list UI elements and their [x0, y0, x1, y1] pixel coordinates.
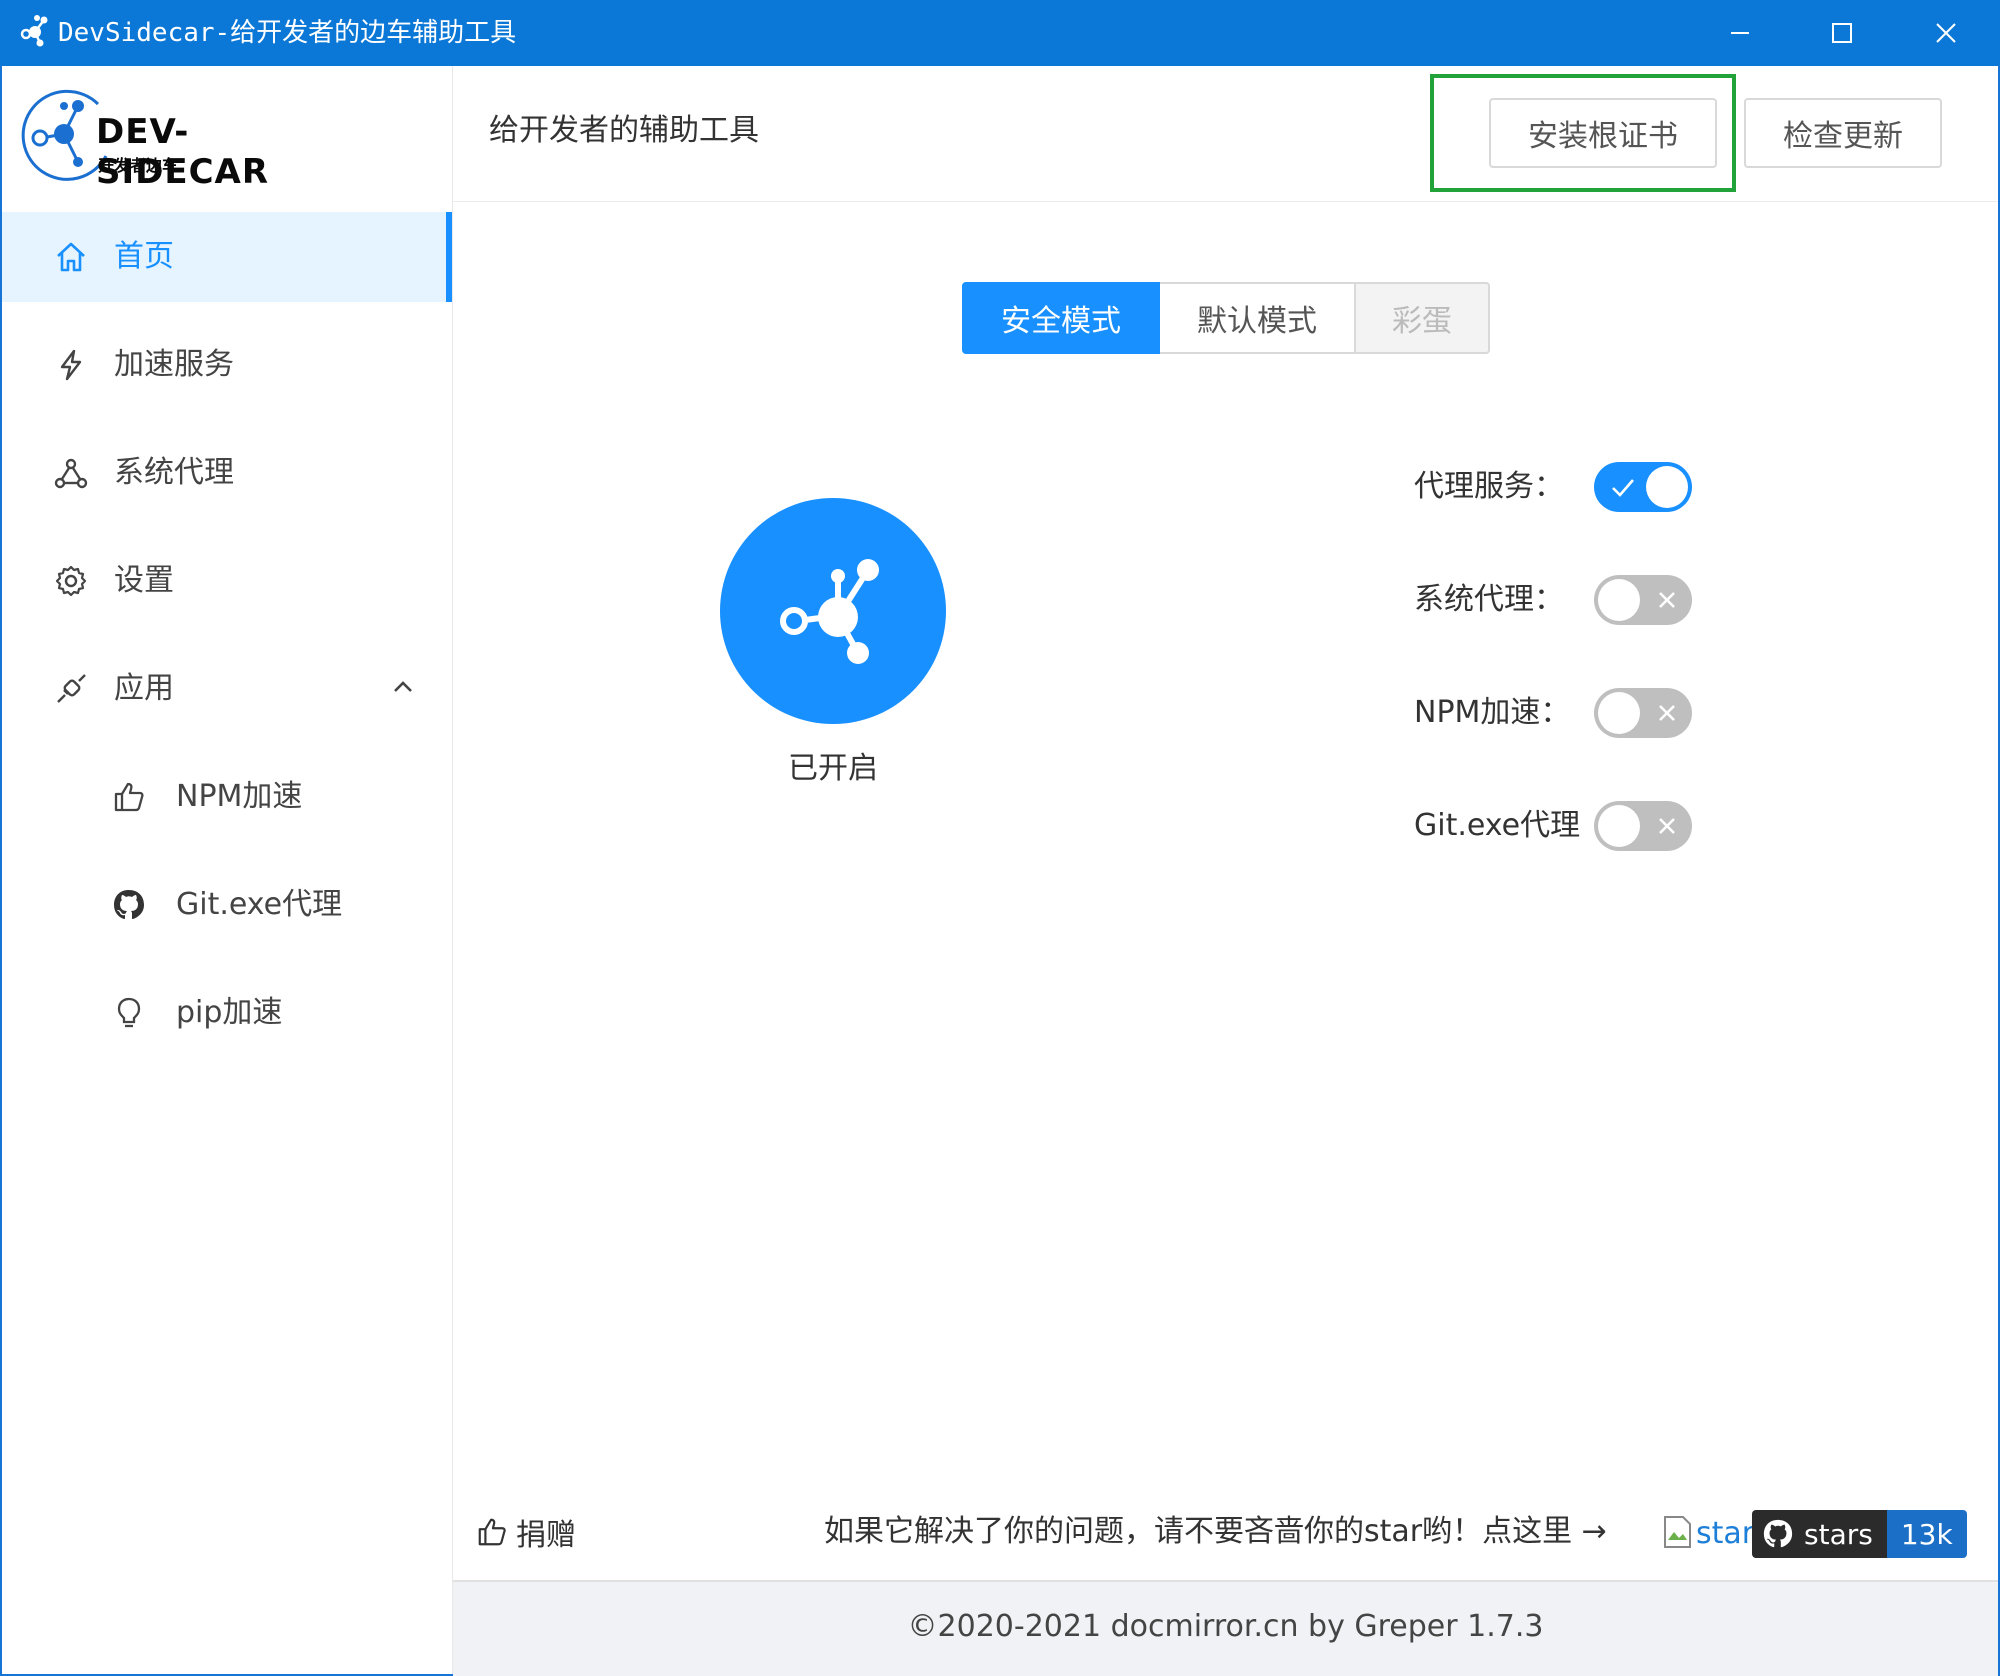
github-stars-badge[interactable]: stars 13k: [1752, 1510, 1967, 1558]
switch-row-npm: NPM加速：: [1414, 686, 1694, 742]
tab-default-mode[interactable]: 默认模式: [1160, 282, 1356, 354]
thumbs-up-icon: [478, 1518, 506, 1546]
proxy-nodes-icon: [780, 559, 879, 664]
thunderbolt-icon: [60, 349, 82, 381]
sidebar-item-apps[interactable]: 应用: [2, 644, 452, 734]
window-title: DevSidecar-给开发者的边车辅助工具: [58, 18, 517, 48]
check-icon: [1612, 479, 1634, 497]
sidebar-item-system-proxy[interactable]: 系统代理: [2, 428, 452, 518]
switch-row-git: Git.exe代理: [1414, 799, 1694, 855]
switch-knob: [1598, 692, 1640, 734]
highlight-annotation: [1430, 74, 1736, 192]
sidebar-item-label: 系统代理: [114, 455, 234, 490]
mode-tabs: 安全模式 默认模式 彩蛋: [962, 282, 1490, 354]
switch-label: 代理服务：: [1414, 469, 1564, 504]
donate-label: 捐赠: [516, 1518, 576, 1553]
tab-safe-mode[interactable]: 安全模式: [962, 282, 1160, 354]
sidebar-item-npm[interactable]: NPM加速: [2, 752, 452, 842]
sidebar-item-label: Git.exe代理: [176, 887, 343, 922]
sidebar-item-git[interactable]: Git.exe代理: [2, 860, 452, 950]
footer: ©2020-2021 docmirror.cn by Greper 1.7.3: [453, 1580, 1998, 1676]
switch-row-system-proxy: 系统代理：: [1414, 573, 1694, 629]
github-badge-left: stars: [1752, 1510, 1887, 1558]
app-logo-icon: [20, 15, 48, 47]
sidebar-item-label: NPM加速: [176, 779, 303, 814]
broken-image-alt: star: [1696, 1516, 1754, 1551]
check-update-button[interactable]: 检查更新: [1744, 98, 1942, 168]
header: 给开发者的辅助工具 安装根证书 检查更新: [453, 66, 1998, 202]
x-icon: [1659, 705, 1675, 721]
sidebar-item-settings[interactable]: 设置: [2, 536, 452, 626]
minimize-icon: [1731, 32, 1749, 34]
home-icon: [57, 242, 85, 272]
broken-image-icon: [1664, 1516, 1691, 1548]
sidebar-item-label: 应用: [114, 671, 174, 706]
sidebar-item-label: 加速服务: [114, 347, 234, 382]
sidebar: DEV-SIDECAR 开发者边车 首页 加速服务 系统代理 设置 应用 NPM…: [2, 66, 453, 1674]
close-button[interactable]: [1894, 0, 1998, 66]
star-badge-image[interactable]: star: [1662, 1512, 1754, 1556]
x-icon: [1659, 818, 1675, 834]
switch-label: Git.exe代理: [1414, 808, 1581, 843]
gear-icon: [55, 565, 87, 597]
minimize-button[interactable]: [1688, 0, 1792, 66]
star-prompt: 如果它解决了你的问题，请不要吝啬你的star哟！点这里 →: [824, 1514, 1607, 1549]
maximize-button[interactable]: [1790, 0, 1894, 66]
chevron-up-icon: [394, 681, 412, 692]
switch-row-proxy-service: 代理服务：: [1414, 460, 1694, 516]
github-badge-count: 13k: [1886, 1510, 1967, 1558]
sidebar-item-pip[interactable]: pip加速: [2, 968, 452, 1058]
logo-subtext: 开发者边车: [98, 156, 179, 175]
proxy-service-switch[interactable]: [1594, 462, 1692, 512]
sidebar-item-acceleration[interactable]: 加速服务: [2, 320, 452, 410]
main-proxy-status: 已开启: [788, 751, 878, 786]
bulb-icon: [117, 997, 141, 1028]
share-nodes-icon: [54, 458, 88, 489]
git-proxy-switch[interactable]: [1594, 801, 1692, 851]
donate-link[interactable]: 捐赠: [476, 1510, 576, 1554]
npm-acceleration-switch[interactable]: [1594, 688, 1692, 738]
maximize-icon: [1832, 23, 1852, 43]
switch-knob: [1598, 579, 1640, 621]
github-badge-label: stars: [1804, 1517, 1873, 1551]
switch-label: 系统代理：: [1414, 582, 1564, 617]
github-icon: [114, 890, 144, 919]
x-icon: [1659, 592, 1675, 608]
switch-knob: [1598, 805, 1640, 847]
title-bar: DevSidecar-给开发者的边车辅助工具: [0, 0, 2000, 66]
header-subtitle: 给开发者的辅助工具: [489, 113, 759, 148]
github-icon: [1763, 1519, 1793, 1548]
sidebar-item-home[interactable]: 首页: [2, 212, 452, 302]
tab-easter-egg: 彩蛋: [1356, 282, 1490, 354]
switch-label: NPM加速：: [1414, 695, 1571, 730]
close-icon: [1936, 23, 1956, 43]
main-proxy-toggle[interactable]: [720, 498, 946, 724]
thumbs-up-icon: [114, 782, 144, 812]
sidebar-item-label: pip加速: [176, 995, 283, 1030]
api-icon: [57, 674, 86, 703]
app-logo: DEV-SIDECAR 开发者边车: [20, 86, 350, 192]
copyright-text: ©2020-2021 docmirror.cn by Greper 1.7.3: [907, 1609, 1544, 1644]
switch-knob: [1646, 466, 1688, 508]
sidebar-item-label: 设置: [114, 563, 174, 598]
sidebar-item-label: 首页: [114, 239, 174, 274]
system-proxy-switch[interactable]: [1594, 575, 1692, 625]
